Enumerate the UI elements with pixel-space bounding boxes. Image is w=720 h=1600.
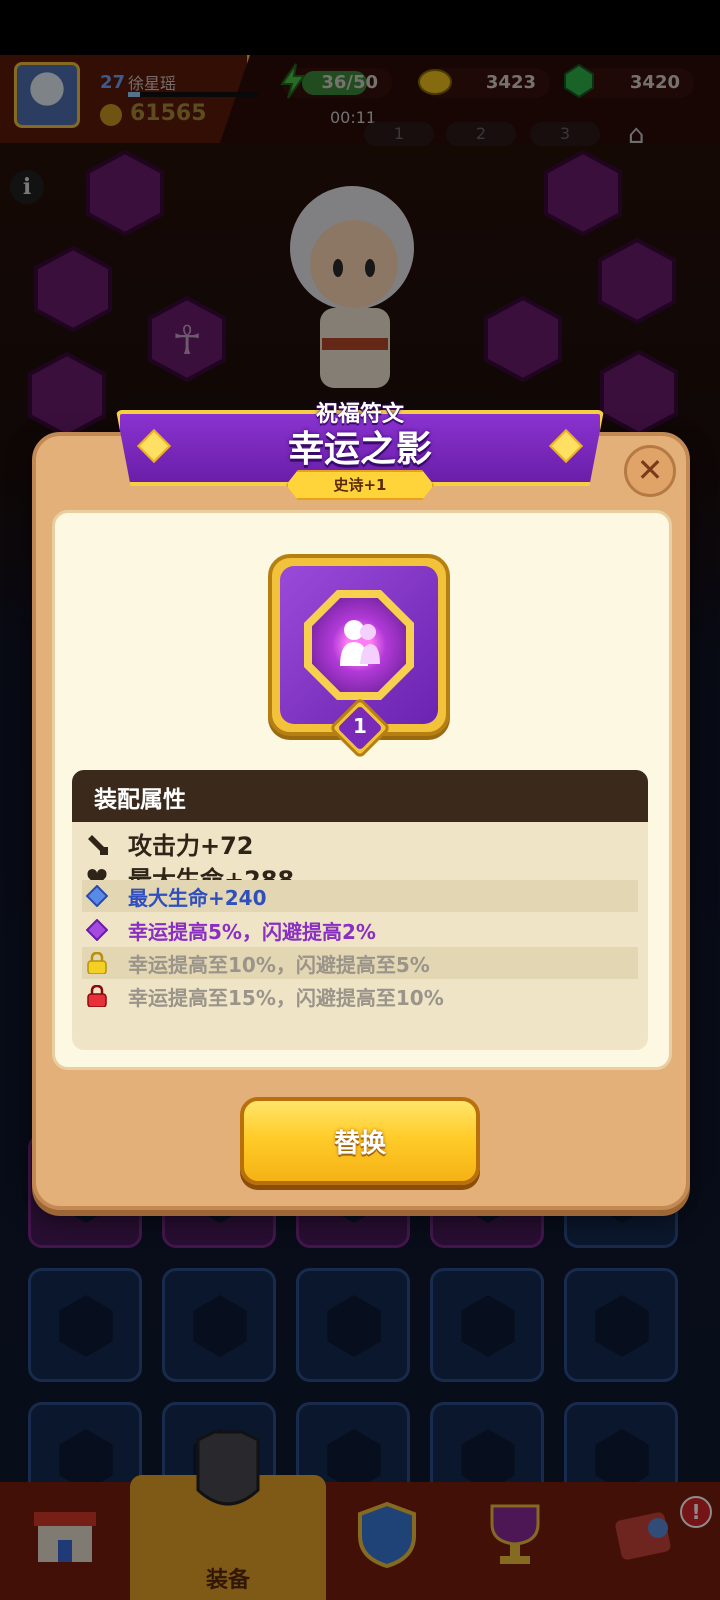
replace-button-label: 替换 (333, 1129, 386, 1159)
purple-gem-icon (86, 919, 108, 941)
attribute-text: 攻击力+72 (128, 832, 254, 860)
rune-name: 幸运之影 (287, 429, 432, 470)
attribute-row: 幸运提高5%，闪避提高2% (82, 914, 638, 946)
status-bar (0, 0, 720, 55)
attributes-header: 装配属性 (72, 770, 648, 822)
blue-gem-icon (86, 885, 108, 907)
attribute-row: 最大生命+240 (82, 880, 638, 912)
rarity-label: 史诗+1 (333, 476, 387, 494)
attribute-row: 攻击力+72 (82, 828, 638, 860)
yellow-lock-icon (87, 952, 107, 974)
attributes-panel: 装配属性 攻击力+72 最大生命+288 最大生命+240 幸运提高5%，闪避提… (72, 770, 648, 1050)
attribute-row: 幸运提高至10%，闪避提高至5% (82, 947, 638, 979)
sword-icon (88, 835, 108, 855)
attribute-text: 幸运提高5%，闪避提高2% (128, 920, 376, 944)
attributes-title: 装配属性 (94, 787, 186, 813)
replace-button[interactable]: 替换 (240, 1097, 480, 1185)
attribute-row: 幸运提高至15%，闪避提高至10% (82, 980, 638, 1012)
rune-level: 1 (353, 714, 367, 738)
attribute-text: 幸运提高至10%，闪避提高至5% (128, 953, 430, 977)
red-lock-icon (87, 985, 107, 1007)
close-button[interactable]: ✕ (624, 445, 676, 497)
twin-shadow-icon (340, 620, 380, 666)
attribute-text: 幸运提高至15%，闪避提高至10% (128, 986, 444, 1010)
attribute-text: 最大生命+240 (128, 886, 267, 910)
